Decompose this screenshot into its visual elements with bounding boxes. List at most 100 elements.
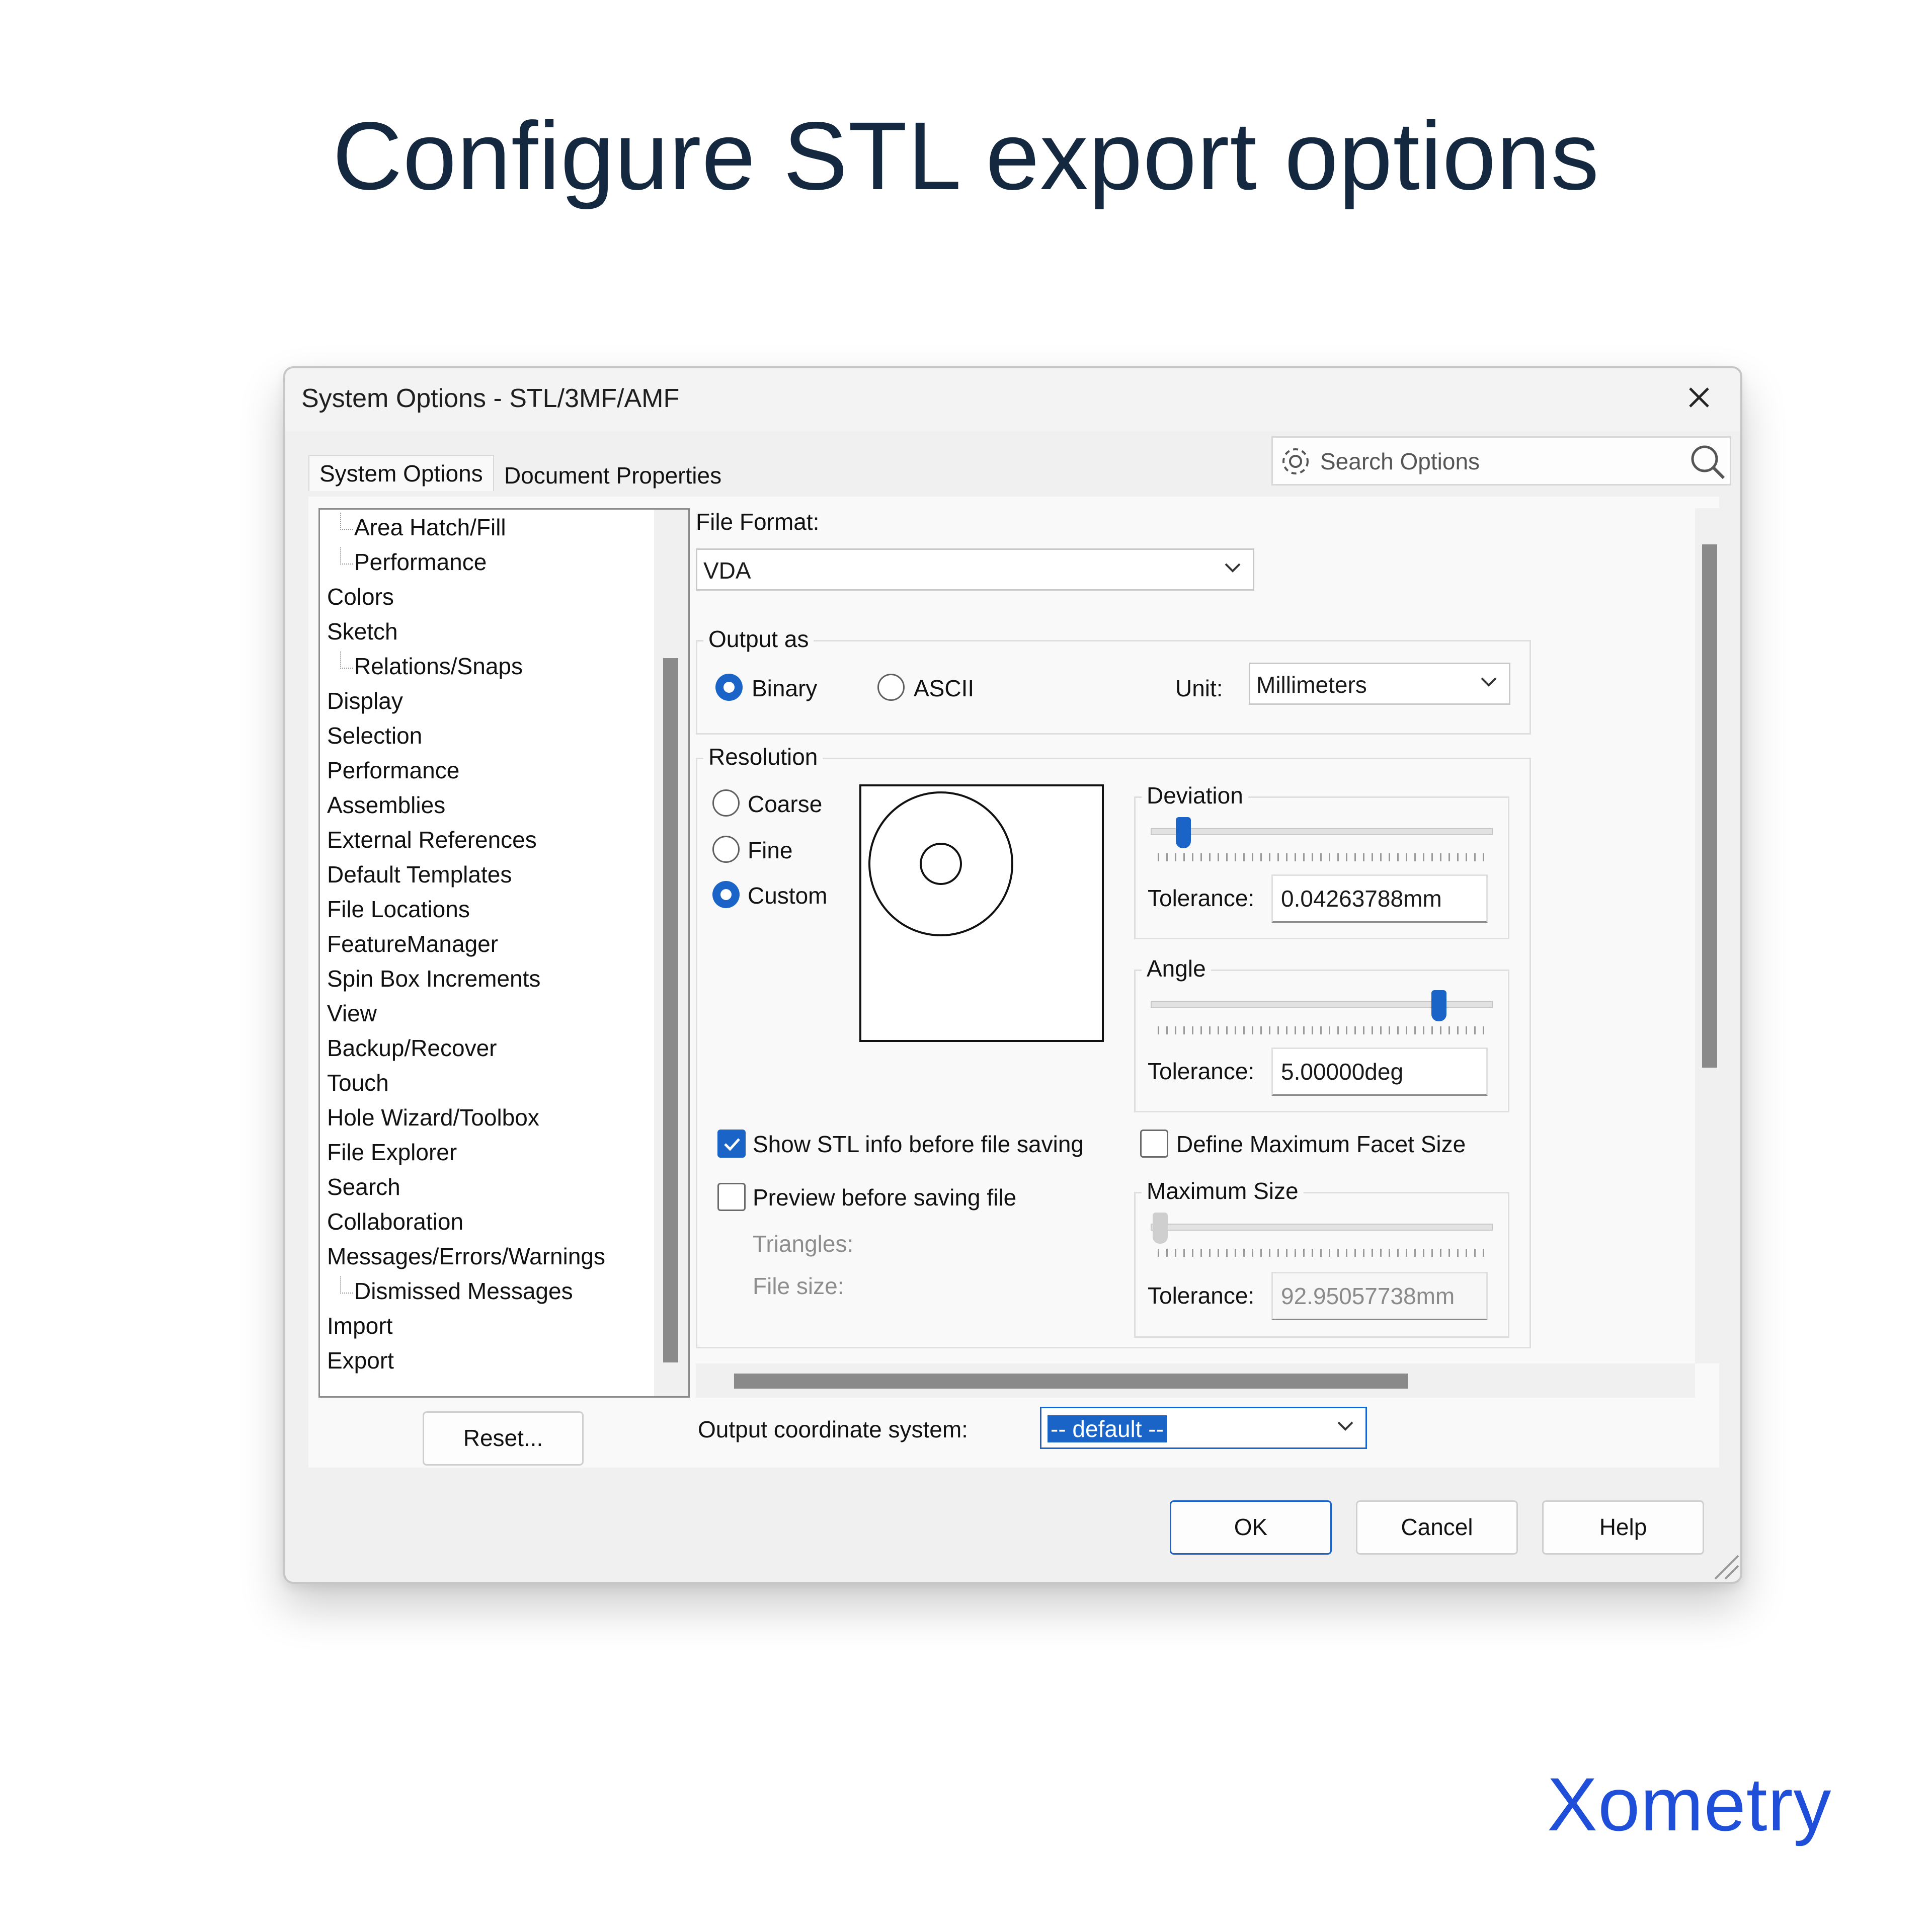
resize-grip-icon[interactable]	[1710, 1551, 1740, 1581]
maximum-size-tolerance-input: 92.95057738mm	[1271, 1272, 1488, 1320]
tree-connector	[340, 1276, 353, 1294]
deviation-tolerance-value: 0.04263788mm	[1281, 886, 1442, 912]
tree-item[interactable]: Search	[327, 1173, 400, 1200]
preview-label: Preview before saving file	[753, 1184, 1017, 1211]
file-format-select[interactable]: VDA	[696, 548, 1254, 591]
chevron-down-icon	[1481, 677, 1497, 687]
tree-item[interactable]: Messages/Errors/Warnings	[327, 1243, 605, 1270]
tree-item[interactable]: Export	[327, 1347, 394, 1374]
maximum-size-title: Maximum Size	[1142, 1177, 1304, 1204]
tree-item[interactable]: Dismissed Messages	[354, 1277, 573, 1305]
tree-item[interactable]: Assemblies	[327, 791, 445, 819]
angle-slider-ticks	[1158, 1026, 1490, 1034]
tree-connector	[340, 652, 353, 669]
angle-title: Angle	[1142, 955, 1211, 982]
maximum-size-tolerance-label: Tolerance:	[1148, 1282, 1255, 1309]
xometry-logo: Xometry	[1547, 1762, 1832, 1846]
system-options-dialog: System Options - STL/3MF/AMF Search Opti…	[283, 366, 1742, 1584]
maximum-size-slider-thumb	[1153, 1213, 1168, 1244]
resolution-group: Resolution Coarse Fine Custom Deviation …	[696, 743, 1531, 1348]
unit-label: Unit:	[1175, 675, 1223, 701]
tree-item[interactable]: Sketch	[327, 618, 398, 645]
tree-item[interactable]: File Explorer	[327, 1139, 457, 1166]
reset-button[interactable]: Reset...	[423, 1411, 584, 1466]
deviation-slider-track[interactable]	[1151, 828, 1493, 835]
maximum-size-slider-ticks	[1158, 1249, 1490, 1257]
tree-item[interactable]: Backup/Recover	[327, 1034, 497, 1062]
checkmark-icon	[724, 1138, 740, 1151]
help-button[interactable]: Help	[1542, 1500, 1704, 1555]
deviation-title: Deviation	[1142, 782, 1248, 809]
tab-system-options[interactable]: System Options	[308, 455, 494, 491]
custom-radio[interactable]	[712, 881, 740, 908]
tree-item[interactable]: Colors	[327, 583, 394, 610]
tree-item[interactable]: Hole Wizard/Toolbox	[327, 1104, 539, 1131]
tree-item[interactable]: FeatureManager	[327, 930, 498, 957]
unit-select[interactable]: Millimeters	[1249, 663, 1510, 705]
deviation-slider-ticks	[1158, 853, 1490, 861]
tab-document-properties[interactable]: Document Properties	[494, 458, 732, 493]
search-options-input[interactable]: Search Options	[1271, 436, 1731, 486]
resolution-preview	[859, 784, 1104, 1042]
search-icon[interactable]	[1687, 442, 1728, 482]
tree-item[interactable]: Touch	[327, 1069, 389, 1096]
tree-item[interactable]: Performance	[354, 548, 487, 576]
chevron-down-icon	[1337, 1421, 1353, 1431]
tree-connector	[340, 513, 353, 530]
tree-item[interactable]: Area Hatch/Fill	[354, 514, 506, 541]
binary-radio[interactable]	[715, 674, 743, 701]
ok-button[interactable]: OK	[1170, 1500, 1332, 1555]
triangles-label: Triangles:	[753, 1231, 854, 1257]
cancel-button[interactable]: Cancel	[1356, 1500, 1518, 1555]
fine-radio[interactable]	[712, 836, 740, 863]
tree-item[interactable]: View	[327, 1000, 377, 1027]
content-horizontal-scroll-thumb[interactable]	[734, 1374, 1408, 1389]
tree-scroll-thumb[interactable]	[663, 658, 678, 1362]
output-coord-select[interactable]: -- default --	[1040, 1407, 1367, 1449]
ascii-radio[interactable]	[877, 674, 905, 701]
define-max-facet-label: Define Maximum Facet Size	[1176, 1131, 1466, 1157]
deviation-tolerance-input[interactable]: 0.04263788mm	[1271, 874, 1488, 923]
stl-options-content: File Format: VDA Output as Binary ASCII …	[696, 508, 1702, 1363]
output-coord-label: Output coordinate system:	[698, 1416, 968, 1442]
maximum-size-group: Maximum Size Tolerance: 92.95057738mm	[1134, 1177, 1509, 1338]
tree-item[interactable]: Selection	[327, 722, 422, 749]
tree-item[interactable]: File Locations	[327, 896, 470, 923]
content-vertical-scrollbar[interactable]	[1695, 508, 1724, 1363]
close-icon[interactable]	[1684, 382, 1714, 413]
title-bar: System Options - STL/3MF/AMF	[285, 368, 1740, 431]
tree-item[interactable]: Default Templates	[327, 861, 512, 888]
tree-item[interactable]: Display	[327, 687, 403, 714]
tree-item[interactable]: Performance	[327, 757, 459, 784]
gear-icon	[1282, 448, 1309, 474]
options-tree: Area Hatch/Fill Performance Colors Sketch Re…	[318, 508, 690, 1398]
fine-label: Fine	[748, 837, 793, 863]
angle-tolerance-value: 5.00000deg	[1281, 1059, 1404, 1085]
deviation-slider-thumb[interactable]	[1176, 817, 1191, 848]
deviation-tolerance-label: Tolerance:	[1148, 885, 1255, 911]
content-vertical-scroll-thumb[interactable]	[1702, 544, 1717, 1068]
content-horizontal-scrollbar[interactable]	[696, 1363, 1695, 1398]
custom-label: Custom	[748, 882, 828, 909]
output-as-group: Output as Binary ASCII Unit: Millimeters	[696, 625, 1531, 735]
page-headline: Configure STL export options	[332, 102, 1600, 210]
tree-item[interactable]: Collaboration	[327, 1208, 463, 1235]
tree-item[interactable]: Spin Box Increments	[327, 965, 540, 992]
tree-item[interactable]: Relations/Snaps	[354, 653, 523, 680]
resolution-title: Resolution	[703, 743, 823, 770]
coarse-radio[interactable]	[712, 789, 740, 817]
tree-item[interactable]: Import	[327, 1312, 392, 1339]
angle-group: Angle Tolerance: 5.00000deg	[1134, 955, 1509, 1112]
tree-item[interactable]: External References	[327, 826, 537, 853]
unit-value: Millimeters	[1256, 672, 1367, 698]
angle-slider-thumb[interactable]	[1431, 990, 1446, 1021]
define-max-facet-checkbox[interactable]	[1140, 1130, 1168, 1158]
show-stl-info-checkbox[interactable]	[717, 1130, 746, 1158]
file-format-label: File Format:	[696, 509, 820, 535]
maximum-size-tolerance-value: 92.95057738mm	[1281, 1283, 1455, 1309]
maximum-size-slider-track	[1151, 1224, 1493, 1231]
preview-checkbox[interactable]	[717, 1183, 746, 1211]
angle-tolerance-label: Tolerance:	[1148, 1058, 1255, 1084]
angle-tolerance-input[interactable]: 5.00000deg	[1271, 1048, 1488, 1096]
ascii-label: ASCII	[914, 675, 975, 701]
